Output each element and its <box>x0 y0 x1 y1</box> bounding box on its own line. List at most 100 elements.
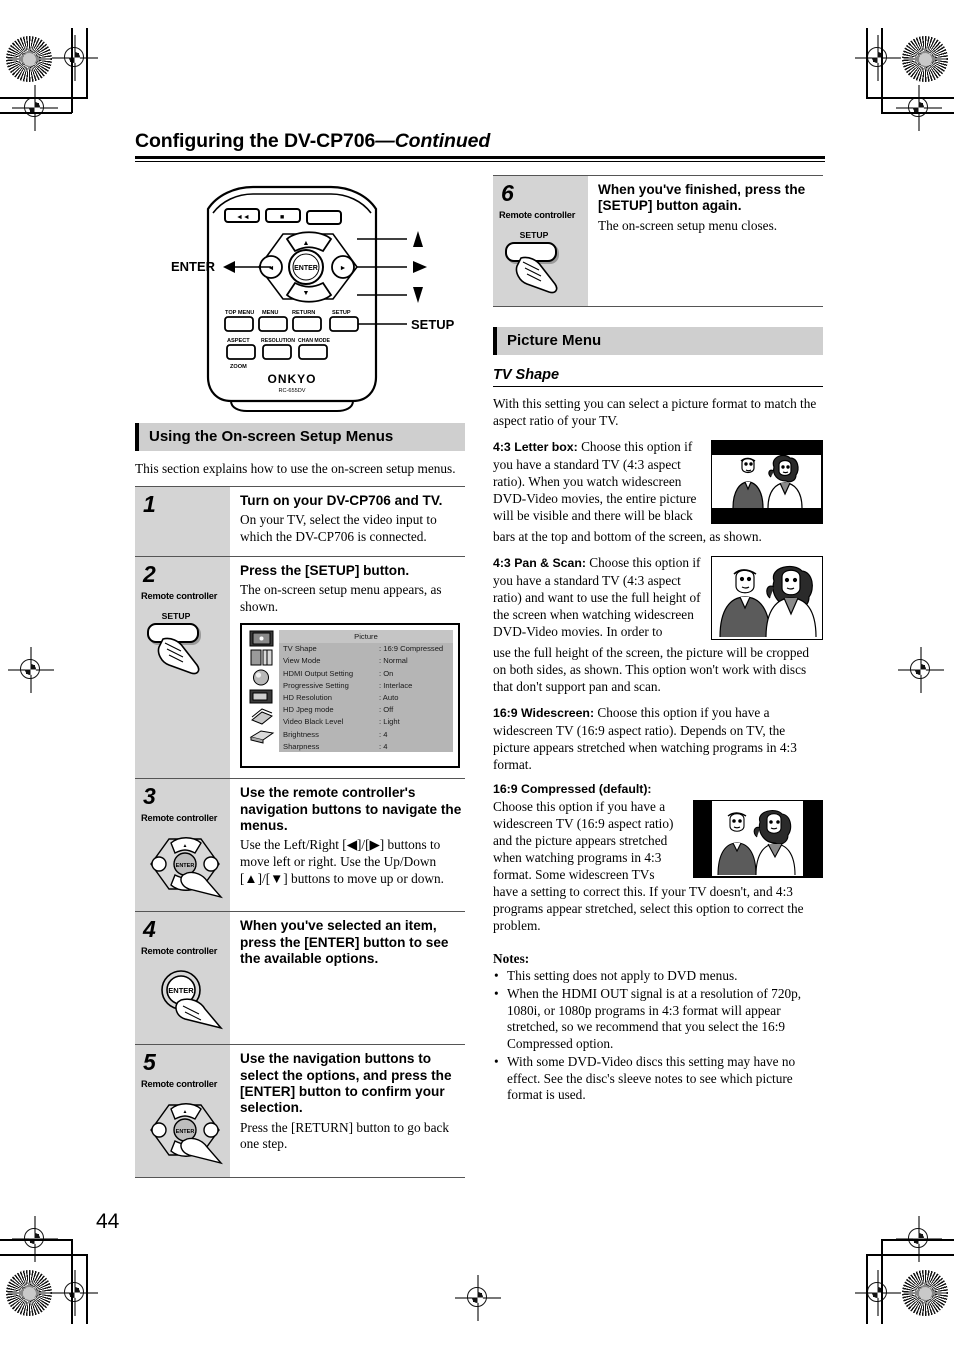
svg-text:MENU: MENU <box>262 310 278 316</box>
step-3-number: 3 <box>143 783 156 810</box>
compressed-sample-picture <box>693 799 823 878</box>
registration-cross-mid-left <box>8 647 54 693</box>
pointing-hand-icon <box>157 637 200 675</box>
step-4-number: 4 <box>143 916 156 943</box>
step-5-navpad-illustration: ENTER ▲ ▼ <box>143 1097 229 1167</box>
step-2-setup-caption: SETUP <box>161 610 191 621</box>
step-2-remote-label: Remote controller <box>141 590 218 601</box>
navigation-pad-icon: ENTER ▲ ▼ <box>150 837 223 899</box>
step-1-num-cell: 1 <box>135 487 230 556</box>
registration-star-top-left <box>6 36 52 82</box>
trim-rule-top-right-h2 <box>881 112 954 114</box>
section-intro-text: This section explains how to use the on-… <box>135 461 456 476</box>
svg-text:RETURN: RETURN <box>292 310 315 316</box>
svg-text:►: ► <box>340 265 347 272</box>
osd-row-value: : 4 <box>379 741 388 751</box>
step-4-enter-illustration: ENTER <box>145 964 231 1034</box>
osd-icon-column <box>247 630 279 762</box>
registration-cross-bottom-center <box>455 1275 501 1321</box>
svg-text:◄: ◄ <box>268 265 275 272</box>
letterbox-term: 4:3 Letter box: <box>493 440 578 455</box>
svg-text:ENTER: ENTER <box>176 863 195 869</box>
osd-row-value: : Interlace <box>379 680 413 690</box>
letterbox-text-full: bars at the top and bottom of the screen… <box>493 529 762 545</box>
osd-row-value: : Off <box>379 705 394 715</box>
step-5-title: Use the navigation buttons to select the… <box>240 1051 452 1116</box>
header-rule-thin <box>135 161 825 162</box>
letterbox-sample-picture <box>711 440 823 525</box>
trim-rule-top-left-v <box>86 28 88 98</box>
widescreen-term: 16:9 Widescreen: <box>493 706 595 721</box>
svg-text:ENTER: ENTER <box>294 265 318 272</box>
step-1-body: Turn on your DV-CP706 and TV. On your TV… <box>230 487 465 556</box>
step-row-5: 5 Remote controller ENTER ▲ Use the navi… <box>135 1045 465 1179</box>
osd-row-value: : 4 <box>379 729 388 739</box>
trim-rule-top-left-v2 <box>71 28 73 113</box>
step-5-num-cell: 5 Remote controller ENTER ▲ <box>135 1045 230 1178</box>
callout-enter: ENTER <box>171 259 216 274</box>
svg-text:CHAN MODE: CHAN MODE <box>298 338 331 344</box>
option-letterbox: 4:3 Letter box: Choose this option if yo… <box>493 438 823 554</box>
section-heading-picture-menu: Picture Menu <box>493 327 823 355</box>
osd-footer-spacer <box>279 752 453 762</box>
osd-row[interactable]: Brightness: 4 <box>279 728 453 740</box>
step-3-navpad-illustration: ENTER ▲ ▼ <box>143 831 229 901</box>
osd-row[interactable]: HD Resolution: Auto <box>279 691 453 703</box>
step-row-4: 4 Remote controller ENTER When you've se… <box>135 912 465 1046</box>
step-2-body: Press the [SETUP] button. The on-screen … <box>230 557 465 779</box>
osd-row[interactable]: TV Shape: 16:9 Compressed <box>279 643 453 655</box>
trim-rule-bot-right-v <box>866 1254 868 1324</box>
svg-text:ONKYO: ONKYO <box>267 372 316 386</box>
step-5-number: 5 <box>143 1049 156 1076</box>
osd-row-value: : Auto <box>379 692 399 702</box>
svg-text:◄◄: ◄◄ <box>236 214 250 221</box>
osd-row[interactable]: HD Jpeg mode: Off <box>279 704 453 716</box>
step-3-text: Use the Left/Right [◀]/[▶] buttons to mo… <box>240 837 444 886</box>
notes-heading: Notes: <box>493 951 530 966</box>
speakers-icon <box>248 649 275 666</box>
option-compressed: 16:9 Compressed (default): Choose this o… <box>493 782 823 943</box>
svg-text:ZOOM: ZOOM <box>230 364 247 370</box>
svg-text:ENTER: ENTER <box>168 986 194 995</box>
osd-row[interactable]: HDMI Output Setting : On <box>279 667 453 679</box>
sphere-icon <box>248 669 275 686</box>
osd-row-value: : Light <box>379 717 400 727</box>
step-2-number: 2 <box>143 560 156 587</box>
navigation-pad-icon: ENTER ▲ ▼ <box>150 1103 223 1165</box>
svg-text:RESOLUTION: RESOLUTION <box>261 338 295 344</box>
osd-row-value: : On <box>379 668 394 678</box>
osd-row-label: HDMI Output Setting <box>283 668 354 678</box>
subheading-tv-shape: TV Shape <box>493 367 823 387</box>
step-6-title: When you've finished, press the [SETUP] … <box>598 182 806 214</box>
svg-text:▲: ▲ <box>183 1109 188 1115</box>
svg-text:■: ■ <box>280 214 284 221</box>
onscreen-setup-menu-screenshot: Picture TV Shape: 16:9 Compressed View M… <box>240 622 460 769</box>
osd-row[interactable]: View Mode: Normal <box>279 655 453 667</box>
step-1-text: On your TV, select the video input to wh… <box>240 512 437 545</box>
osd-row-label: Sharpness <box>283 741 320 751</box>
picture-icon <box>248 630 275 647</box>
osd-row[interactable]: Video Black Level: Light <box>279 716 453 728</box>
svg-text:▲: ▲ <box>303 240 310 247</box>
option-panscan: 4:3 Pan & Scan: Choose this option if yo… <box>493 554 823 704</box>
compressed-term: 16:9 Compressed (default): <box>493 781 652 796</box>
step-2-setup-illustration: SETUP <box>141 611 221 677</box>
osd-row[interactable]: Sharpness : 4 <box>279 740 453 752</box>
tv-shape-intro: With this setting you can select a pictu… <box>493 396 817 429</box>
osd-row-label: TV Shape <box>283 644 317 654</box>
step-2-text: The on-screen setup menu appears, as sho… <box>240 582 442 614</box>
osd-row[interactable]: Progressive Setting : Interlace <box>279 679 453 691</box>
step-1-number: 1 <box>143 491 156 518</box>
steps-table-continued: 6 Remote controller SETUP When you've fi… <box>493 175 823 307</box>
notes-list: This setting does not apply to DVD menus… <box>493 968 823 1104</box>
page-number: 44 <box>96 1210 120 1233</box>
step-6-setup-illustration: SETUP <box>499 230 579 296</box>
step-3-title: Use the remote controller's navigation b… <box>240 785 462 833</box>
section-heading-using-setup-menus: Using the On-screen Setup Menus <box>135 423 465 451</box>
svg-text:RC-655DV: RC-655DV <box>278 388 305 394</box>
osd-row-label: Progressive Setting <box>283 680 349 690</box>
osd-title: Picture <box>279 629 453 643</box>
step-4-num-cell: 4 Remote controller ENTER <box>135 912 231 1045</box>
registration-star-bottom-right <box>902 1270 948 1316</box>
registration-cross-bottom-left <box>52 1270 98 1316</box>
